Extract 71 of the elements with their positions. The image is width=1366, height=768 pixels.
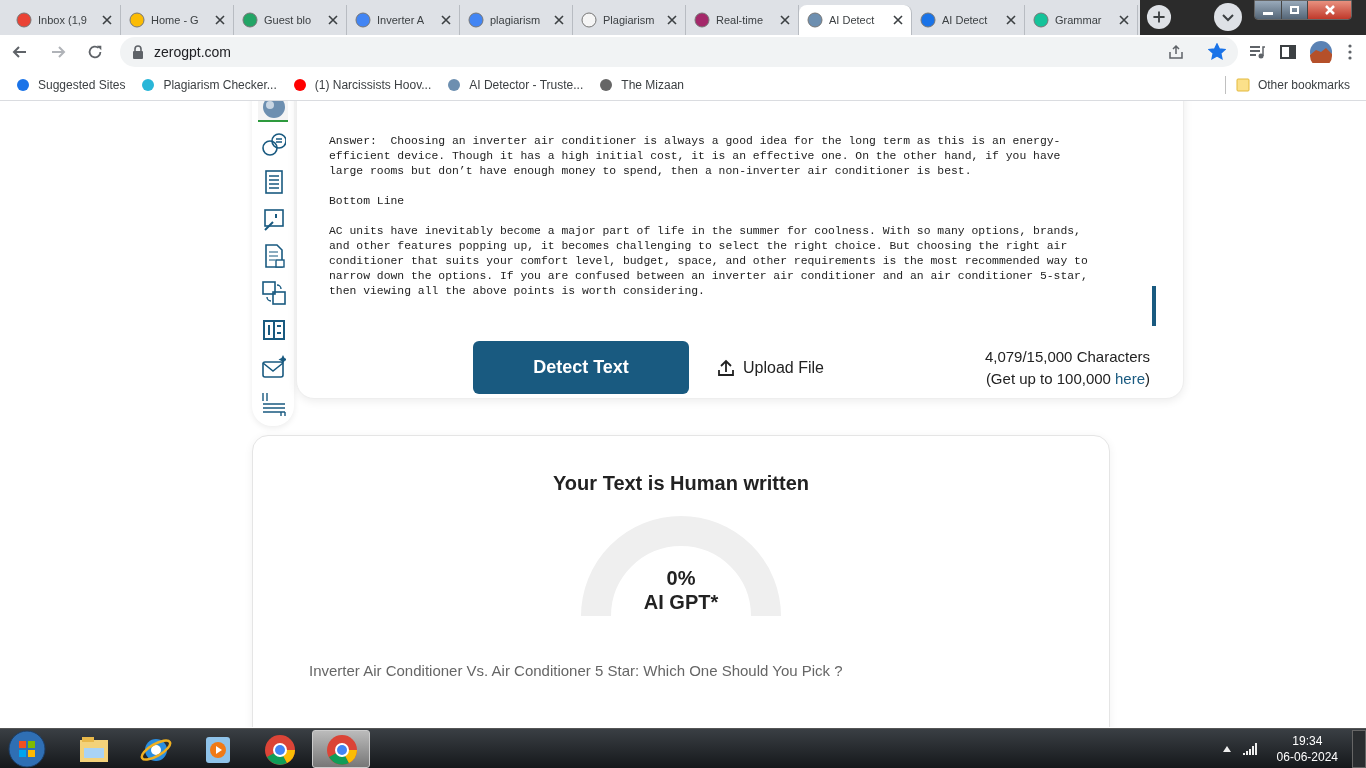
close-icon[interactable] [1006, 15, 1016, 25]
signal-icon[interactable] [1242, 742, 1257, 755]
favicon-icon [468, 12, 484, 28]
start-button[interactable] [8, 729, 46, 768]
bookmark-favicon-icon [141, 77, 156, 92]
text-input-area[interactable]: Answer: Choosing an inverter air conditioner is always a good idea for the long term as this is an energy- efficient device. Though it has a high initial cost, it is an effective one. On the other hand, if you have large rooms but don’t have enough money to spend, then a non-inverter air conditioner is best. Bottom Line AC units have inevitably become a major part of life in the summer for coolness. With so many options, brands, and other features popping up, it becomes challenging to select the right choice. But choosing the right air conditioner that suits your comfort level, budget, space, and other requirements is the most recommended way to narrow down the options. If you are confused between an inverter air conditioner and an air conditioner 5-star, then viewing all the above points is worth considering. [329, 134, 1149, 314]
folder-icon [1235, 77, 1250, 92]
favicon-icon [355, 12, 371, 28]
close-icon[interactable] [554, 15, 564, 25]
new-tab-icon[interactable] [1146, 4, 1172, 30]
gauge-label: AI GPT* [643, 590, 719, 614]
favicon-icon [1033, 12, 1049, 28]
address-bar[interactable]: zerogpt.com [120, 37, 1238, 67]
favicon-icon [581, 12, 597, 28]
tab-search-icon[interactable] [1214, 3, 1242, 31]
gauge-value: 0% [666, 566, 696, 590]
profile-avatar[interactable] [1310, 41, 1332, 63]
bookmark-favicon-icon [599, 77, 614, 92]
close-icon [1324, 5, 1335, 15]
detect-text-button[interactable]: Detect Text [473, 341, 689, 394]
close-icon[interactable] [441, 15, 451, 25]
close-icon[interactable] [780, 15, 790, 25]
close-icon[interactable] [893, 15, 903, 25]
bookmark-favicon-icon [447, 77, 462, 92]
favicon-icon [920, 12, 936, 28]
close-icon[interactable] [667, 15, 677, 25]
clock-time[interactable]: 19:34 [1292, 732, 1323, 749]
chat-bubbles-icon [260, 130, 286, 157]
maximize-button[interactable] [1281, 1, 1307, 19]
close-window-button[interactable] [1307, 1, 1351, 19]
bookmark-star-icon[interactable] [1208, 43, 1226, 61]
bookmark-item[interactable]: (1) Narcissists Hoov... [292, 75, 432, 94]
bookmark-item[interactable]: AI Detector - Truste... [447, 75, 584, 94]
favicon-icon [129, 12, 145, 28]
character-count: 4,079/15,000 Characters [984, 346, 1150, 367]
upload-icon [717, 358, 735, 377]
favicon-icon [242, 12, 258, 28]
upload-file-button[interactable]: Upload File [717, 355, 824, 380]
translate-icon [260, 278, 286, 305]
show-hidden-icons-icon[interactable] [1222, 745, 1231, 752]
close-icon[interactable] [1119, 15, 1129, 25]
playlist-icon[interactable] [1248, 43, 1266, 61]
close-icon[interactable] [102, 15, 112, 25]
reload-icon[interactable] [86, 43, 104, 61]
favicon-icon [694, 12, 710, 28]
side-panel-icon[interactable] [1280, 44, 1296, 60]
here-link[interactable]: here [1114, 367, 1145, 390]
bookmark-item[interactable]: The Mizaan [599, 75, 684, 94]
browser-tab[interactable]: AI Detect [799, 5, 912, 35]
upgrade-note: (Get up to 100,000 [985, 368, 1111, 389]
article-heading: Inverter Air Conditioner Vs. Air Conditioner 5 Star: Which One Should You Pick ? [309, 661, 843, 681]
show-desktop-button[interactable] [1352, 729, 1366, 768]
share-icon[interactable] [1168, 44, 1184, 60]
lock-icon [132, 45, 144, 59]
bookmark-item[interactable]: Other bookmarks [1235, 75, 1350, 94]
url-text: zerogpt.com [154, 42, 233, 62]
bookmark-favicon-icon [292, 77, 307, 92]
taskbar-app[interactable] [312, 729, 370, 768]
bookmark-item[interactable]: Plagiarism Checker... [141, 75, 277, 94]
menu-icon[interactable] [1348, 44, 1352, 60]
clock-date[interactable]: 06-06-2024 [1276, 748, 1338, 765]
close-icon[interactable] [215, 15, 225, 25]
scrollbar-thumb[interactable] [1152, 286, 1156, 326]
bookmark-favicon-icon [16, 77, 30, 92]
favicon-icon [807, 12, 823, 28]
closing-parenthesis: ) [1145, 368, 1150, 389]
result-title: Your Text is Human written [553, 471, 809, 496]
close-icon[interactable] [328, 15, 338, 25]
favicon-icon [16, 12, 32, 28]
minimize-button[interactable] [1255, 1, 1281, 19]
bookmark-item[interactable]: Suggested Sites [16, 75, 126, 94]
